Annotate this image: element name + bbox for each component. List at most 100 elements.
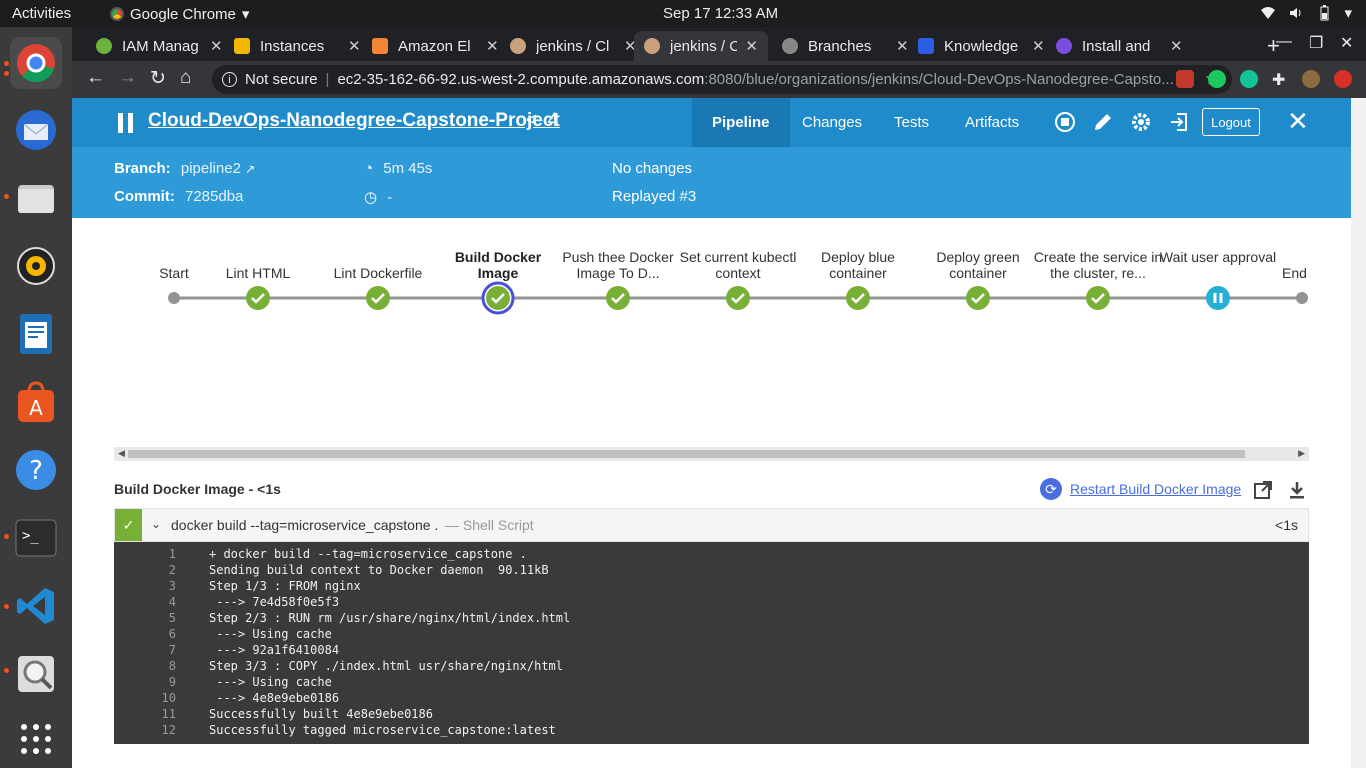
step-row[interactable]: ✓ ⌄ docker build --tag=microservice_caps… — [114, 508, 1309, 542]
stage-label[interactable]: Push thee Docker Image To D... — [553, 249, 683, 281]
project-title-link[interactable]: Cloud-DevOps-Nanodegree-Capstone-Project — [148, 110, 560, 132]
close-icon[interactable]: ✕ — [1170, 37, 1183, 55]
stage-node-selected[interactable] — [481, 281, 515, 315]
info-icon[interactable]: i — [222, 72, 237, 87]
log-line-number[interactable]: 10 — [114, 690, 176, 706]
stage-node-paused[interactable] — [1206, 286, 1230, 310]
stage-label[interactable]: Create the service in the cluster, re... — [1033, 249, 1163, 281]
browser-tab[interactable]: IAM Manag ✕ — [86, 31, 233, 61]
maximize-button[interactable]: ❐ — [1309, 33, 1323, 53]
close-icon[interactable]: ✕ — [745, 37, 758, 55]
close-window-button[interactable]: ✕ — [1340, 33, 1353, 53]
stage-label[interactable]: Deploy green container — [913, 249, 1043, 281]
reload-button[interactable]: ↻ — [150, 67, 166, 90]
clock[interactable]: Sep 17 12:33 AM — [663, 5, 778, 22]
log-line-number[interactable]: 9 — [114, 674, 176, 690]
dock-rhythmbox[interactable] — [10, 240, 62, 292]
scroll-left-icon[interactable]: ◀ — [118, 448, 125, 459]
tab-changes[interactable]: Changes — [782, 98, 882, 147]
log-line-number[interactable]: 11 — [114, 706, 176, 722]
stage-node-success[interactable] — [846, 286, 870, 310]
browser-tab[interactable]: Amazon El ✕ — [362, 31, 509, 61]
scrollbar-thumb[interactable] — [128, 450, 1245, 458]
restart-stage-link[interactable]: ⟳ Restart Build Docker Image — [1040, 478, 1241, 500]
log-line-number[interactable]: 8 — [114, 658, 176, 674]
stage-label[interactable]: End — [1282, 265, 1309, 281]
back-button[interactable]: ← — [86, 67, 105, 89]
gear-icon[interactable] — [1130, 111, 1152, 133]
log-line-number[interactable]: 1 — [114, 546, 176, 562]
forward-button[interactable]: → — [118, 67, 137, 89]
stop-icon[interactable] — [1054, 111, 1076, 133]
close-icon[interactable]: ✕ — [486, 37, 499, 55]
stage-label[interactable]: Deploy blue container — [793, 249, 923, 281]
dock-vscode[interactable] — [10, 580, 62, 632]
chevron-down-icon[interactable]: ⌄ — [151, 517, 161, 531]
dock-writer[interactable] — [10, 308, 62, 360]
log-line-number[interactable]: 7 — [114, 642, 176, 658]
log-line-number[interactable]: 3 — [114, 578, 176, 594]
stage-node-success[interactable] — [726, 286, 750, 310]
stage-node-start[interactable] — [168, 292, 180, 304]
address-bar[interactable]: i Not secure | ec2-35-162-66-92.us-west-… — [212, 65, 1232, 94]
dock-help[interactable]: ? — [10, 444, 62, 496]
system-tray[interactable]: ▾ — [1260, 4, 1352, 22]
close-icon[interactable]: ✕ — [1287, 106, 1309, 137]
dock-thunderbird[interactable] — [10, 104, 62, 156]
dock-search[interactable] — [10, 648, 62, 700]
stage-node-success[interactable] — [246, 286, 270, 310]
log-line-number[interactable]: 12 — [114, 722, 176, 738]
tab-artifacts[interactable]: Artifacts — [945, 98, 1039, 147]
log-line-number[interactable]: 5 — [114, 610, 176, 626]
close-icon[interactable]: ✕ — [896, 37, 909, 55]
logout-button[interactable]: Logout — [1202, 108, 1260, 136]
stage-label[interactable]: Wait user approval — [1153, 249, 1283, 265]
branch-link[interactable]: pipeline2 — [181, 160, 241, 177]
log-line-number[interactable]: 2 — [114, 562, 176, 578]
home-button[interactable]: ⌂ — [180, 67, 191, 89]
stage-node-success[interactable] — [366, 286, 390, 310]
exit-classic-icon[interactable] — [1168, 111, 1190, 133]
browser-tab-active[interactable]: jenkins / Cl ✕ — [634, 31, 768, 61]
stage-node-end[interactable] — [1296, 292, 1308, 304]
dock-terminal[interactable]: >_ — [10, 512, 62, 564]
show-apps-button[interactable] — [10, 713, 62, 765]
activities-button[interactable]: Activities — [12, 5, 71, 22]
stage-label[interactable]: Set current kubectl context — [673, 249, 803, 281]
log-line-number[interactable]: 6 — [114, 626, 176, 642]
dock-chrome[interactable] — [10, 37, 62, 89]
stage-label[interactable]: Build Docker Image — [433, 249, 563, 281]
stage-node-success[interactable] — [606, 286, 630, 310]
stage-node-success[interactable] — [1086, 286, 1110, 310]
edit-pencil-icon[interactable] — [1092, 111, 1114, 133]
log-line-number[interactable]: 4 — [114, 594, 176, 610]
tab-pipeline[interactable]: Pipeline — [692, 98, 790, 147]
stage-node-success[interactable] — [966, 286, 990, 310]
browser-tab[interactable]: Install and ✕ — [1046, 31, 1193, 61]
stage-label[interactable]: Lint HTML — [193, 265, 323, 281]
minimize-button[interactable]: — — [1276, 33, 1292, 51]
external-link-icon[interactable]: ↗ — [245, 162, 255, 176]
extension-icon[interactable] — [1208, 70, 1226, 88]
close-icon[interactable]: ✕ — [1032, 37, 1045, 55]
avatar[interactable] — [1302, 70, 1320, 88]
dock-files[interactable] — [10, 172, 62, 224]
app-menu[interactable]: Google Chrome ▾ — [110, 5, 249, 23]
browser-tab[interactable]: Knowledge ✕ — [908, 31, 1055, 61]
page-scrollbar[interactable] — [1351, 98, 1366, 768]
extension-icon[interactable] — [1176, 70, 1194, 88]
close-icon[interactable]: ✕ — [348, 37, 361, 55]
update-icon[interactable] — [1334, 70, 1352, 88]
open-in-new-icon[interactable] — [1253, 480, 1273, 500]
browser-tab[interactable]: Instances ✕ — [224, 31, 371, 61]
browser-tab[interactable]: jenkins / Cl ✕ — [500, 31, 647, 61]
close-icon[interactable]: ✕ — [210, 37, 223, 55]
puzzle-icon[interactable]: ✚ — [1272, 70, 1290, 89]
tab-tests[interactable]: Tests — [874, 98, 949, 147]
graph-scrollbar[interactable]: ◀ ▶ — [114, 447, 1309, 461]
stage-label[interactable]: Lint Dockerfile — [313, 265, 443, 281]
grammarly-icon[interactable] — [1240, 70, 1258, 88]
scroll-right-icon[interactable]: ▶ — [1298, 448, 1305, 459]
dock-software[interactable]: A — [10, 376, 62, 428]
browser-tab[interactable]: Branches ✕ — [772, 31, 919, 61]
